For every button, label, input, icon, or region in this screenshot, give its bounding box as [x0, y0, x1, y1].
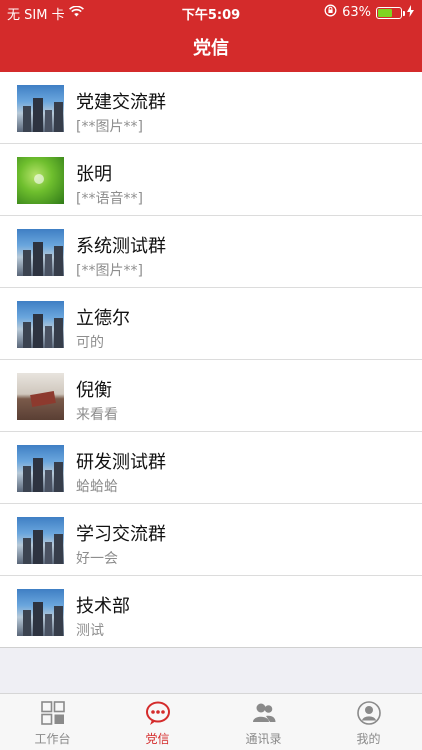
tab-label: 通讯录: [245, 732, 282, 746]
conversation-row[interactable]: 立德尔 可的: [0, 288, 422, 360]
conversation-last-message: 来看看: [76, 407, 118, 423]
conversation-last-message: [**图片**]: [76, 263, 143, 279]
conversation-last-message: 好一会: [76, 551, 118, 567]
conversation-last-message: [**图片**]: [76, 119, 143, 135]
conversation-name: 张明: [76, 164, 112, 185]
conversation-row[interactable]: 学习交流群 好一会: [0, 504, 422, 576]
tab-workbench[interactable]: 工作台: [0, 694, 105, 750]
conversation-row[interactable]: 张明 [**语音**]: [0, 144, 422, 216]
conversation-list: 党建交流群 [**图片**] 张明 [**语音**] 系统测试群 [**图片**…: [0, 72, 422, 648]
user-avatar: [17, 373, 64, 420]
conversation-name: 党建交流群: [76, 92, 166, 113]
conversation-last-message: 可的: [76, 335, 104, 351]
tab-bar: 工作台 党信 通讯录 我的: [0, 693, 422, 750]
chat-bubble-icon: [145, 700, 171, 726]
group-avatar: [17, 589, 64, 636]
group-avatar: [17, 517, 64, 564]
tab-label: 党信: [145, 732, 170, 746]
user-avatar: [17, 301, 64, 348]
conversation-name: 研发测试群: [76, 452, 166, 473]
tab-contacts[interactable]: 通讯录: [211, 694, 316, 750]
battery-percent: 63%: [342, 5, 371, 20]
profile-icon: [356, 700, 382, 726]
contacts-icon: [251, 700, 277, 726]
grid-icon: [40, 700, 66, 726]
orientation-lock-icon: [324, 4, 337, 21]
conversation-name: 立德尔: [76, 308, 130, 329]
app-header: 无 SIM 卡 下午5:09 63% 党信: [0, 0, 422, 72]
conversation-last-message: 蛤蛤蛤: [76, 479, 118, 495]
conversation-row[interactable]: 倪衡 来看看: [0, 360, 422, 432]
group-avatar: [17, 229, 64, 276]
group-avatar: [17, 85, 64, 132]
user-avatar: [17, 157, 64, 204]
tab-profile[interactable]: 我的: [316, 694, 421, 750]
conversation-row[interactable]: 党建交流群 [**图片**]: [0, 72, 422, 144]
tab-messages[interactable]: 党信: [105, 694, 210, 750]
conversation-name: 学习交流群: [76, 524, 166, 545]
tab-label: 工作台: [34, 732, 71, 746]
conversation-last-message: [**语音**]: [76, 191, 143, 207]
conversation-row[interactable]: 技术部 测试: [0, 576, 422, 648]
conversation-name: 倪衡: [76, 380, 112, 401]
charging-bolt-icon: [407, 4, 414, 21]
battery-icon: [376, 6, 405, 19]
page-title: 党信: [193, 38, 229, 59]
group-avatar: [17, 445, 64, 492]
conversation-row[interactable]: 系统测试群 [**图片**]: [0, 216, 422, 288]
conversation-row[interactable]: 研发测试群 蛤蛤蛤: [0, 432, 422, 504]
status-bar: 无 SIM 卡 下午5:09 63%: [0, 0, 422, 24]
conversation-last-message: 测试: [76, 623, 104, 639]
status-right: 63%: [324, 4, 414, 21]
conversation-name: 技术部: [76, 596, 130, 617]
conversation-name: 系统测试群: [76, 236, 166, 257]
tab-label: 我的: [356, 732, 381, 746]
